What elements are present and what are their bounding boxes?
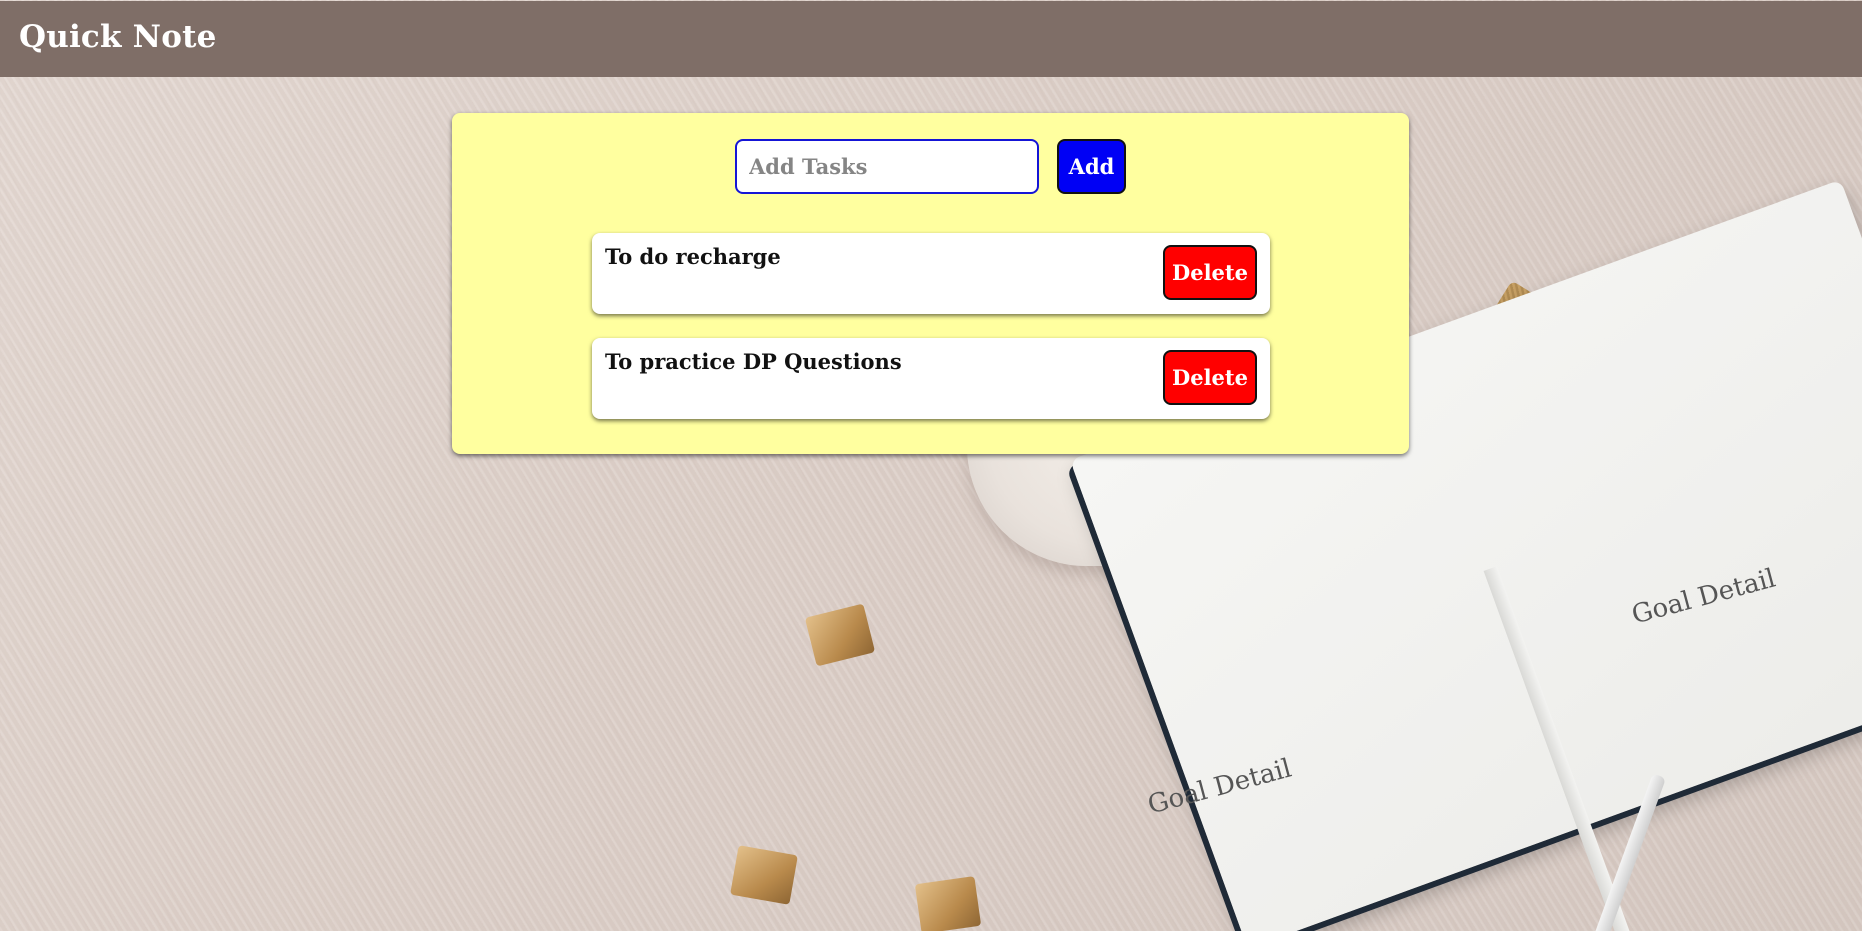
binder-clip-icon <box>730 845 798 905</box>
binder-clip-icon <box>804 603 876 667</box>
task-item: To practice DP Questions Delete <box>592 338 1270 419</box>
delete-task-button[interactable]: Delete <box>1163 350 1257 405</box>
binder-clip-icon <box>914 876 982 931</box>
task-text: To do recharge <box>605 244 781 269</box>
task-text: To practice DP Questions <box>605 349 902 374</box>
app-title: Quick Note <box>19 19 217 55</box>
add-task-button[interactable]: Add <box>1057 139 1126 194</box>
app-header: Quick Note <box>0 1 1862 77</box>
notes-card: Add To do recharge Delete To practice DP… <box>452 113 1409 454</box>
task-item: To do recharge Delete <box>592 233 1270 314</box>
delete-task-button[interactable]: Delete <box>1163 245 1257 300</box>
add-task-input[interactable] <box>735 139 1039 194</box>
